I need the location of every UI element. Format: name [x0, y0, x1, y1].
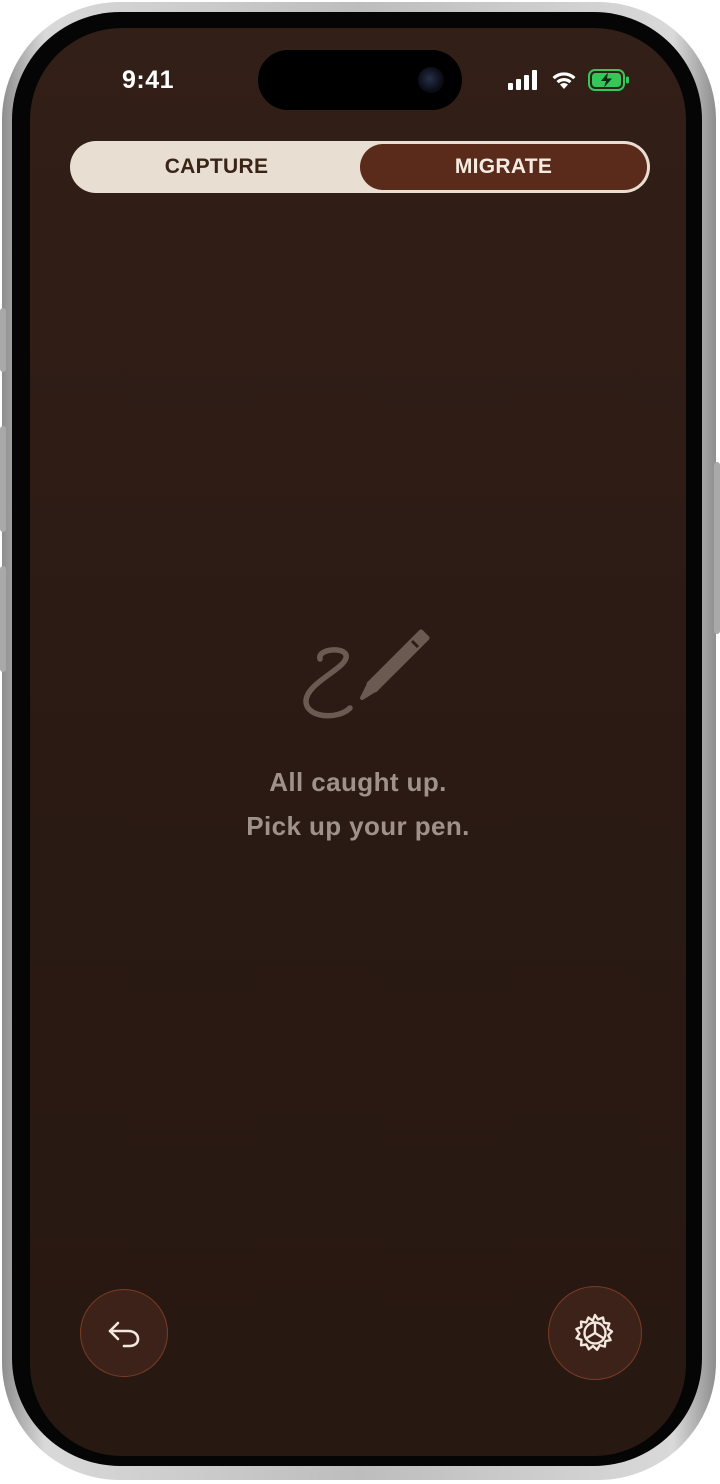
volume-up-button [0, 426, 6, 532]
volume-down-button [0, 566, 6, 672]
undo-button[interactable] [80, 1289, 168, 1377]
dynamic-island [258, 50, 462, 110]
settings-button[interactable] [548, 1286, 642, 1380]
status-indicators [508, 68, 630, 92]
wifi-icon [552, 72, 576, 89]
tab-migrate[interactable]: MIGRATE [360, 144, 647, 190]
tab-capture[interactable]: CAPTURE [73, 144, 360, 190]
mode-segmented-control: CAPTURE MIGRATE [70, 141, 650, 193]
power-button [714, 462, 720, 634]
pen-scribble-icon [303, 629, 430, 719]
status-time: 9:41 [122, 66, 175, 94]
empty-state-subtitle: Pick up your pen. [246, 811, 470, 841]
empty-state-title: All caught up. [269, 767, 447, 797]
action-button [0, 308, 6, 372]
gear-icon [575, 1313, 614, 1351]
battery-charging-icon [588, 69, 629, 91]
empty-state: All caught up. Pick up your pen. [30, 626, 686, 848]
front-camera [418, 67, 444, 93]
cellular-signal-icon [508, 70, 537, 90]
undo-icon [108, 1321, 140, 1348]
app-screen: 9:41 CAPTURE MIGRATE All caught up. Pick… [30, 28, 686, 1456]
